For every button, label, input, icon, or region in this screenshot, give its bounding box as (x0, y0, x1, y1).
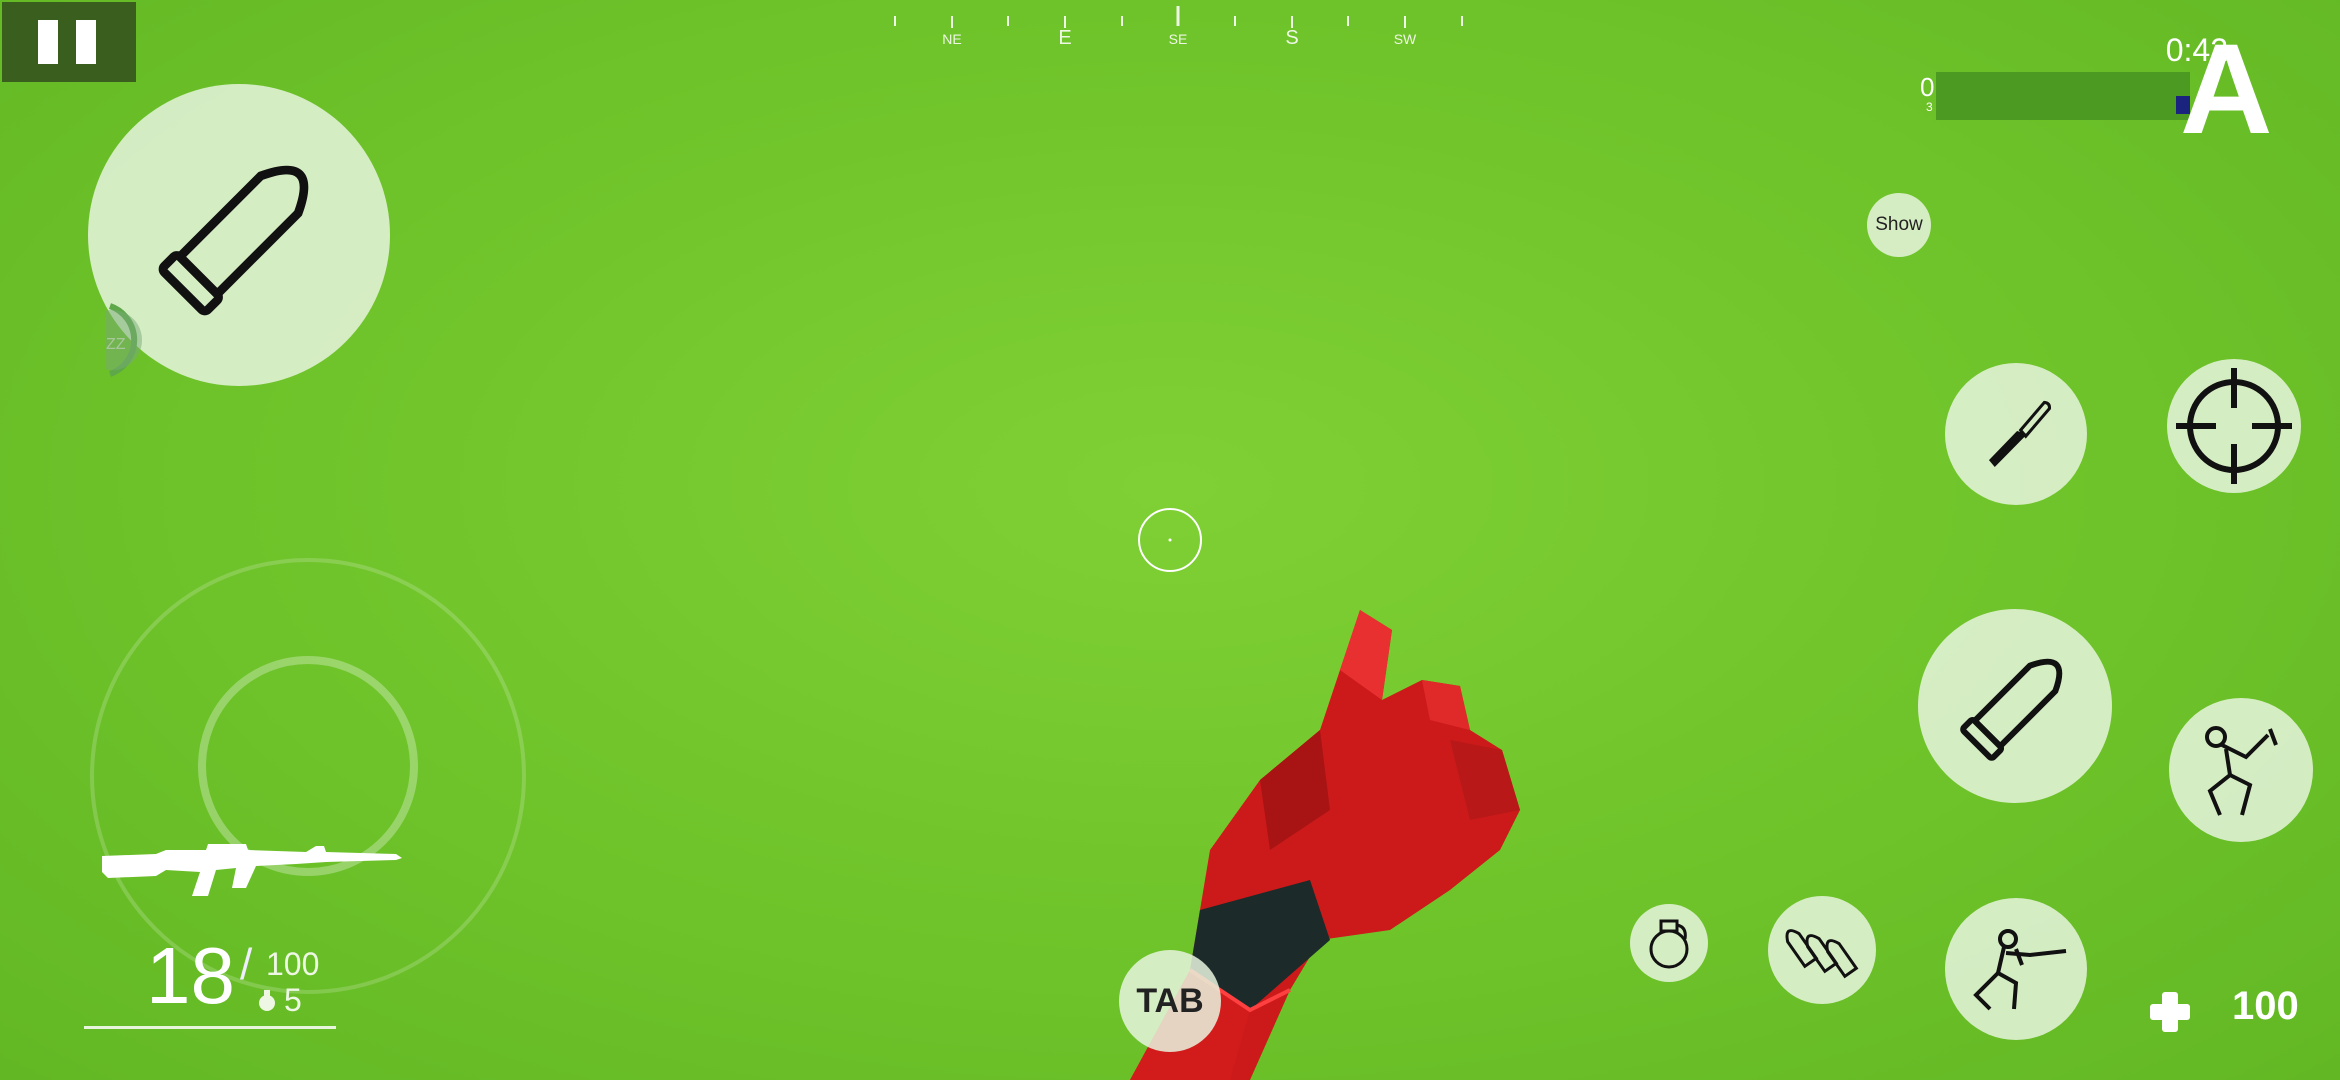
pause-icon-bar-left (38, 20, 58, 64)
ammo-icon (1785, 929, 1859, 979)
grenade-small-icon (259, 990, 275, 1011)
health-plus-icon (2150, 992, 2190, 1032)
aim-scope-button[interactable] (2167, 359, 2301, 493)
crosshair-icon (2176, 368, 2292, 484)
pause-icon-bar-right (76, 20, 96, 64)
pause-button[interactable] (2, 2, 136, 82)
show-button[interactable]: Show (1867, 193, 1931, 257)
sleep-indicator-label: ZZ (106, 336, 126, 353)
knife-icon (1988, 400, 2051, 468)
compass-label-se: SE (1168, 31, 1188, 47)
reload-button[interactable] (1768, 896, 1876, 1004)
crouch-button[interactable] (1945, 898, 2087, 1040)
ammo-reserve: 100 (266, 946, 320, 982)
knife-button[interactable] (1945, 363, 2087, 505)
bullet-icon-right (1960, 658, 2063, 761)
compass-ticks (894, 6, 1463, 28)
compass-label-s: S (1285, 27, 1299, 49)
show-button-label: Show (1875, 214, 1923, 235)
fire-button-right[interactable] (1918, 609, 2112, 803)
grenade-button[interactable] (1630, 904, 1708, 982)
tab-button-label: TAB (1136, 981, 1204, 1020)
jump-icon (2205, 726, 2278, 816)
compass-label-ne: NE (942, 31, 962, 47)
score-subvalue: 3 (1926, 100, 1933, 114)
ammo-underline (84, 1026, 336, 1029)
ammo-separator: / (240, 940, 253, 989)
bullet-icon (158, 165, 309, 316)
ammo-loaded: 18 (146, 931, 235, 1020)
aim-reticle (1138, 508, 1202, 572)
score-bar (1936, 72, 2190, 120)
score-value: 0 (1920, 72, 1935, 102)
team-letter: A (2180, 18, 2273, 161)
compass-label-sw: SW (1393, 31, 1417, 47)
health-value: 100 (2232, 984, 2299, 1028)
compass-label-e: E (1058, 27, 1072, 49)
rifle-icon (102, 844, 402, 896)
jump-button[interactable] (2169, 698, 2313, 842)
grenade-count: 5 (284, 982, 302, 1018)
compass: NE E SE S SW (880, 0, 1480, 60)
grenade-icon (1649, 919, 1689, 969)
crouch-shoot-icon (1973, 929, 2067, 1011)
tab-button[interactable]: TAB (1119, 950, 1221, 1052)
